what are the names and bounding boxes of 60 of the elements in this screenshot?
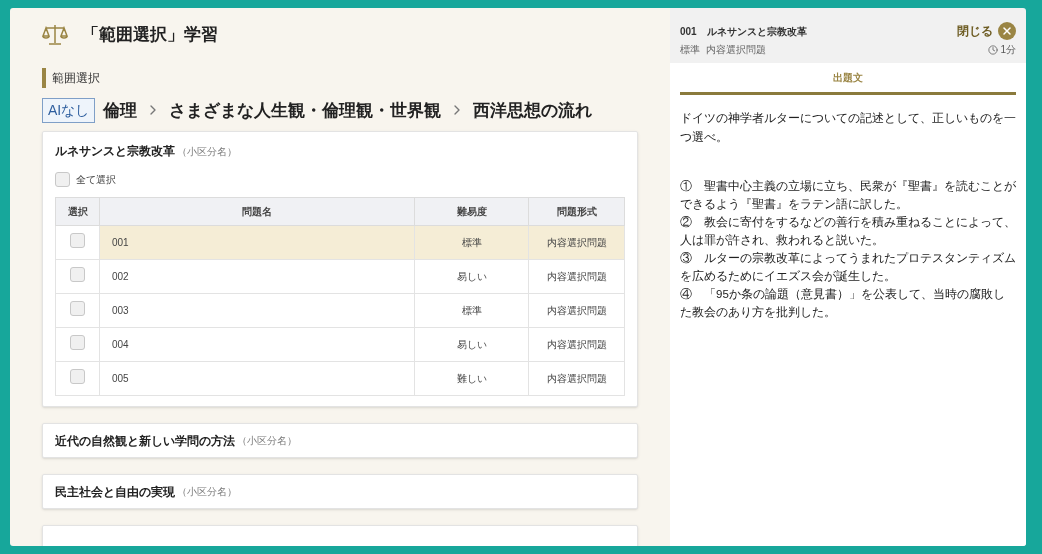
column-header: 難易度 — [414, 197, 529, 226]
table-cell: 内容選択問題 — [528, 327, 625, 362]
table-cell: 易しい — [414, 327, 529, 362]
table-cell: 標準 — [414, 225, 529, 260]
table-cell: 002 — [99, 259, 415, 294]
checkbox[interactable] — [70, 301, 85, 316]
table-cell: 易しい — [414, 259, 529, 294]
answer-choice[interactable]: ③ ルターの宗教改革によってうまれたプロテスタンティズムを広めるためにイエズス会が誕生した。 — [680, 249, 1016, 285]
section-card[interactable]: 近代の自然観と新しい学問の方法 （小区分名） — [42, 423, 638, 458]
checkbox[interactable] — [55, 172, 70, 187]
section-title: 民主社会と自由の実現 — [55, 483, 175, 501]
difficulty-label: 標準 — [680, 43, 700, 57]
table-cell: 001 — [99, 225, 415, 260]
close-icon — [998, 22, 1016, 40]
table-cell: 005 — [99, 361, 415, 396]
section-title: ルネサンスと宗教改革 — [55, 143, 175, 160]
page-title: 「範囲選択」学習 — [82, 24, 218, 46]
table-cell: 内容選択問題 — [528, 225, 625, 260]
table-row[interactable]: 004 易しい 内容選択問題 — [55, 327, 625, 362]
column-header: 問題名 — [99, 197, 415, 226]
time-label: 1分 — [1000, 43, 1016, 57]
table-cell: 003 — [99, 293, 415, 328]
tab[interactable]: 出題文 — [680, 63, 1016, 95]
table-row[interactable]: 005 難しい 内容選択問題 — [55, 361, 625, 396]
close-button[interactable]: 閉じる — [957, 22, 1016, 40]
table-cell: 標準 — [414, 293, 529, 328]
section-label: 範囲選択 — [42, 67, 100, 88]
ai-badge: AIなし — [42, 97, 96, 123]
table-row[interactable]: 001 標準 内容選択問題 — [55, 225, 625, 260]
table-row[interactable]: 003 標準 内容選択問題 — [55, 293, 625, 328]
table-cell: 004 — [99, 327, 415, 362]
question-number: 001 — [680, 24, 697, 39]
section-title: 近代の自然観と新しい学問の方法 — [55, 432, 235, 450]
checkbox[interactable] — [70, 369, 85, 384]
section-note: （小区分名） — [177, 144, 237, 159]
breadcrumb-item[interactable]: 西洋思想の流れ — [473, 97, 593, 123]
answer-choice[interactable]: ④ 「95か条の論題（意見書）」を公表して、当時の腐敗した教会のあり方を批判した。 — [680, 285, 1016, 321]
format-label: 内容選択問題 — [706, 43, 766, 57]
select-all-label[interactable]: 全て選択 — [76, 172, 116, 187]
answer-choice[interactable]: ② 教会に寄付をするなどの善行を積み重ねることによって、人は罪が許され、救われると説いた。 — [680, 213, 1016, 249]
clock-icon — [988, 44, 999, 55]
question-text: ドイツの神学者ルターについての記述として、正しいものを一つ選べ。 — [680, 111, 1016, 145]
checkbox[interactable] — [70, 233, 85, 248]
column-header: 問題形式 — [528, 197, 625, 226]
section-note: （小区分名） — [237, 434, 297, 448]
breadcrumb-item[interactable]: 倫理 — [103, 97, 138, 123]
checkbox[interactable] — [70, 267, 85, 282]
section-note: （小区分名） — [177, 485, 237, 499]
table-row[interactable]: 002 易しい 内容選択問題 — [55, 259, 625, 294]
table-cell: 内容選択問題 — [528, 259, 625, 294]
table-cell: 内容選択問題 — [528, 361, 625, 396]
checkbox[interactable] — [70, 335, 85, 350]
question-title: ルネサンスと宗教改革 — [706, 24, 807, 39]
answer-choice[interactable]: ① 聖書中心主義の立場に立ち、民衆が『聖書』を読むことができるよう『聖書』をラテン語に訳した。 — [680, 177, 1016, 213]
table-cell: 難しい — [414, 361, 529, 396]
column-header: 選択 — [55, 197, 100, 226]
section-card[interactable]: 民主社会と自由の実現 （小区分名） — [42, 474, 638, 509]
breadcrumb-item[interactable]: さまざまな人生観・倫理観・世界観 — [169, 97, 442, 123]
table-cell: 内容選択問題 — [528, 293, 625, 328]
scale-icon — [42, 22, 68, 47]
